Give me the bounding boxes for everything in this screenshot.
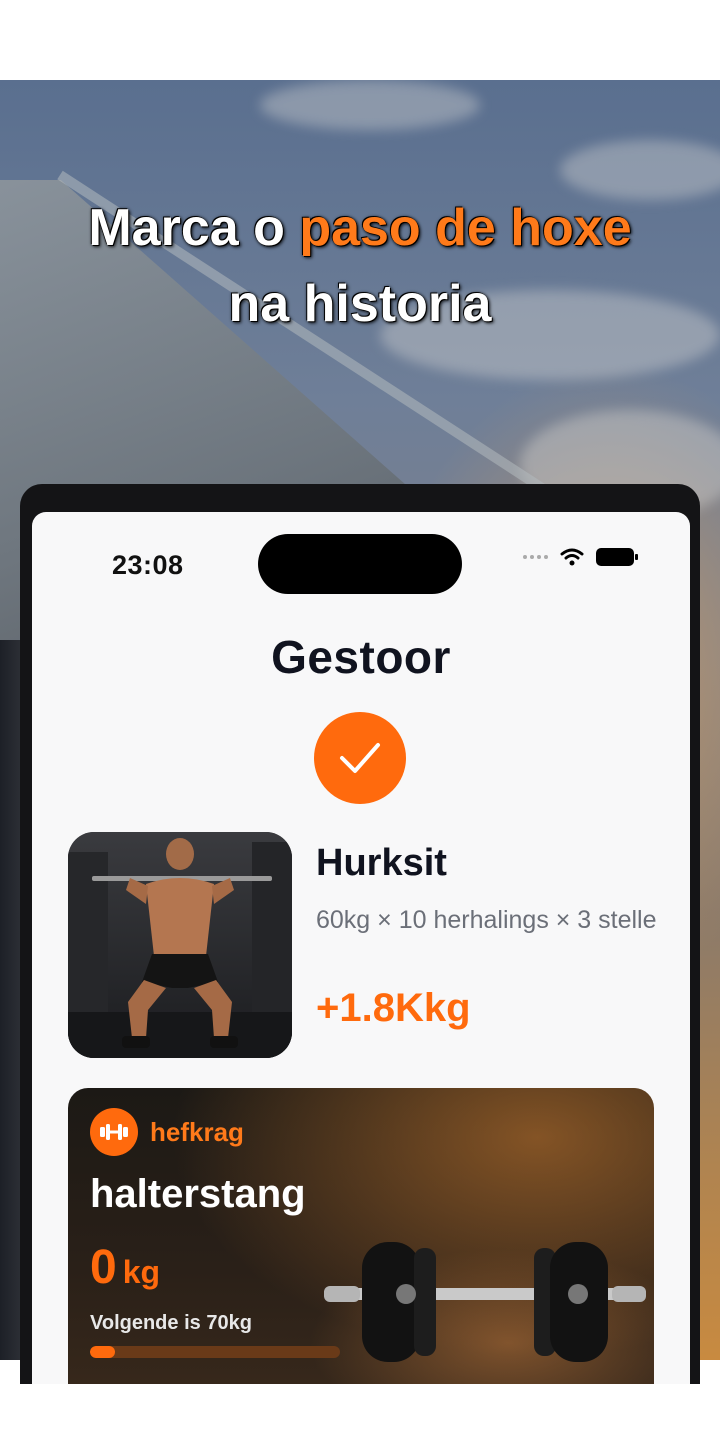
progress-bar [90, 1346, 340, 1358]
barbell-card[interactable]: hefkrag halterstang 0 kg Volgende is 70kg [68, 1088, 654, 1384]
headline-prefix: Marca o [88, 199, 300, 257]
exercise-photo [68, 832, 292, 1058]
weight-unit: kg [122, 1254, 161, 1290]
dumbbell-icon [90, 1108, 138, 1156]
headline-accent: paso de hoxe [299, 199, 632, 257]
exercise-name: Hurksit [316, 842, 447, 884]
progress-fill [90, 1346, 115, 1358]
card-title: halterstang [90, 1172, 306, 1216]
weight-value: 0 [90, 1241, 117, 1294]
wifi-icon [560, 548, 584, 566]
card-brand: hefkrag [90, 1108, 244, 1156]
phone-frame: 23:08 Gestoor Hurksit 60kg × 10 herhalin… [20, 484, 700, 1384]
card-weight: 0 kg [90, 1240, 160, 1295]
status-time: 23:08 [112, 550, 184, 580]
barbell-image [324, 1242, 646, 1362]
page-title: Gestoor [271, 631, 451, 683]
battery-icon [596, 548, 638, 566]
check-icon [314, 712, 406, 804]
next-weight-label: Volgende is 70kg [90, 1312, 252, 1334]
headline-line2: na historia [228, 275, 492, 333]
exercise-gain: +1.8Kkg [316, 986, 471, 1030]
signal-icon [523, 555, 548, 559]
brand-name: hefkrag [150, 1116, 244, 1147]
exercise-detail: 60kg × 10 herhalings × 3 stelle [316, 906, 657, 934]
phone-screen: 23:08 Gestoor Hurksit 60kg × 10 herhalin… [32, 512, 690, 1384]
headline: Marca o paso de hoxe na historia [0, 190, 720, 342]
dynamic-island [258, 534, 462, 594]
status-icons [523, 548, 638, 566]
